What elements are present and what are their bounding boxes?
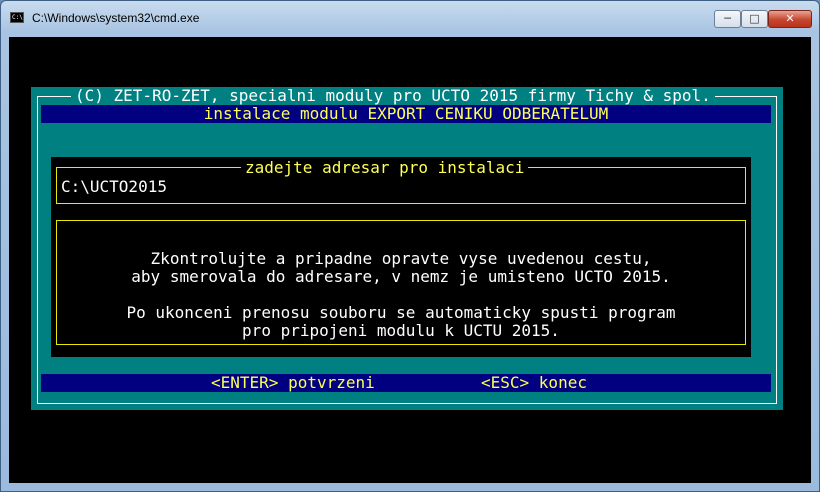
dialog-subtitle: instalace modulu EXPORT CENIKU ODBERATEL…: [203, 104, 609, 123]
cmd-console-icon[interactable]: C:\: [10, 12, 24, 23]
esc-exit-hint[interactable]: <ESC> konec: [481, 374, 587, 392]
message-line-4: pro pripojeni modulu k UCTU 2015.: [242, 321, 560, 340]
message-line-3: Po ukonceni prenosu souboru se automatic…: [126, 303, 676, 322]
close-button[interactable]: ✕: [768, 10, 812, 28]
subtitle-bar: instalace modulu EXPORT CENIKU ODBERATEL…: [41, 105, 771, 123]
console-window: C:\ C:\Windows\system32\cmd.exe ─ □ ✕ (C…: [0, 0, 820, 492]
message-line-2: aby smerovala do adresare, v nemz je umi…: [131, 267, 671, 286]
copyright-text: (C) ZET-RO-ZET, specialni moduly pro UCT…: [71, 87, 715, 105]
install-dialog: (C) ZET-RO-ZET, specialni moduly pro UCT…: [31, 87, 783, 410]
title-bar[interactable]: C:\ C:\Windows\system32\cmd.exe ─ □ ✕: [1, 1, 819, 37]
path-prompt-label: zadejte adresar pro instalaci: [241, 159, 529, 177]
maximize-button[interactable]: □: [741, 10, 768, 28]
minimize-button[interactable]: ─: [714, 10, 741, 28]
path-frame: zadejte adresar pro instalaci: [56, 159, 746, 204]
content-panel: zadejte adresar pro instalaci Zkontroluj…: [51, 157, 751, 357]
install-path-input[interactable]: [61, 178, 731, 196]
window-title: C:\Windows\system32\cmd.exe: [32, 11, 200, 25]
message-frame: Zkontrolujte a pripadne opravte vyse uve…: [56, 220, 746, 345]
console-area[interactable]: (C) ZET-RO-ZET, specialni moduly pro UCT…: [9, 37, 811, 483]
enter-confirm-hint[interactable]: <ENTER> potvrzeni: [211, 374, 375, 392]
hotkey-bar: <ENTER> potvrzeni <ESC> konec: [41, 374, 771, 392]
message-line-1: Zkontrolujte a pripadne opravte vyse uve…: [150, 249, 652, 268]
